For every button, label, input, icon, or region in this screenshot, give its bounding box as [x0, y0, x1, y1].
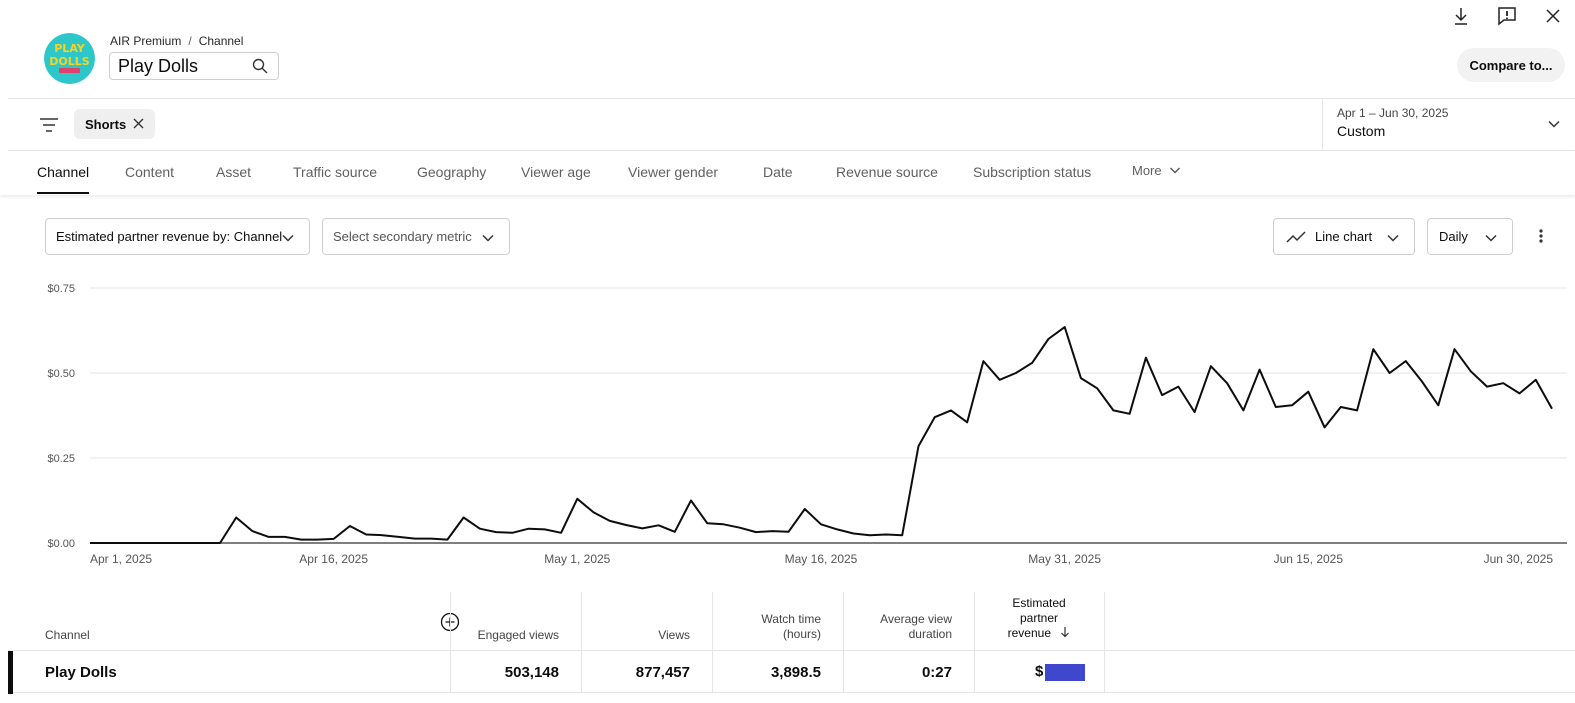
- x-tick-label: Apr 16, 2025: [299, 552, 368, 566]
- series-line: [90, 326, 1553, 544]
- logo-text-line2: DOLLS: [49, 55, 90, 68]
- primary-metric-label: Estimated partner revenue by: Channel: [56, 229, 283, 244]
- header-revenue-line3-wrap: revenue: [1008, 626, 1071, 642]
- y-tick-label: $0.50: [47, 368, 75, 380]
- cell-revenue: $: [1035, 663, 1086, 681]
- y-tick-label: $0.00: [47, 538, 75, 550]
- date-range-text: Apr 1 – Jun 30, 2025: [1337, 106, 1449, 120]
- cell-views: 877,457: [635, 664, 690, 681]
- header-avg-duration-line1: Average view: [880, 612, 952, 626]
- x-tick-label: Apr 1, 2025: [90, 552, 152, 566]
- cell-revenue-prefix: $: [1035, 663, 1044, 680]
- tab-geography[interactable]: Geography: [417, 164, 486, 180]
- header-engaged-views[interactable]: Engaged views: [450, 592, 559, 650]
- tab-more[interactable]: More: [1132, 163, 1181, 179]
- breadcrumb-level: Channel: [198, 34, 244, 48]
- tab-revenue-source[interactable]: Revenue source: [836, 164, 938, 180]
- header-revenue-line2: partner: [1019, 611, 1059, 625]
- chart-svg: $0.75 $0.50 $0.25 $0.00 Apr 1, 2025 Apr 16, …: [47, 283, 1567, 566]
- breadcrumb-org[interactable]: AIR Premium: [110, 34, 181, 48]
- metrics-table: Channel Engaged views Views Watch time (…: [8, 592, 1575, 703]
- cell-channel: Play Dolls: [45, 664, 117, 681]
- header-avg-duration-line2: duration: [908, 627, 952, 641]
- x-tick-label: Jun 15, 2025: [1274, 552, 1344, 566]
- filter-icon[interactable]: [38, 114, 60, 136]
- chevron-down-icon: [1547, 117, 1561, 136]
- y-tick-label: $0.25: [47, 453, 75, 465]
- chart-type-label: Line chart: [1315, 229, 1373, 244]
- header-avg-view-duration[interactable]: Average view duration: [843, 592, 952, 650]
- cell-engaged-views: 503,148: [504, 664, 559, 681]
- secondary-metric-select[interactable]: Select secondary metric: [322, 218, 510, 255]
- tab-asset[interactable]: Asset: [216, 164, 251, 180]
- header-channel[interactable]: Channel: [45, 592, 445, 650]
- filter-bar: Shorts Apr 1 – Jun 30, 2025 Custom: [0, 99, 1575, 151]
- table-row[interactable]: Play Dolls 503,148 877,457 3,898.5 0:27 …: [8, 650, 1575, 694]
- report-header: PLAY DOLLS AIR Premium / Channel Play Do…: [0, 0, 1575, 98]
- revenue-line-chart: $0.75 $0.50 $0.25 $0.00 Apr 1, 2025 Apr 16, …: [0, 276, 1575, 576]
- x-tick-label: May 31, 2025: [1028, 552, 1101, 566]
- cell-watch-time: 3,898.5: [770, 664, 821, 681]
- logo-text-line1: PLAY: [54, 42, 86, 55]
- primary-metric-select[interactable]: Estimated partner revenue by: Channel: [45, 218, 310, 255]
- header-watch-time[interactable]: Watch time (hours): [712, 592, 821, 650]
- dimension-tabs: Channel Content Asset Traffic source Geo…: [0, 151, 1575, 195]
- date-mode-text: Custom: [1337, 123, 1386, 139]
- line-chart-icon: [1286, 230, 1306, 244]
- remove-filter-icon[interactable]: [132, 117, 145, 133]
- x-tick-label: May 1, 2025: [544, 552, 610, 566]
- header-views[interactable]: Views: [581, 592, 690, 650]
- search-icon[interactable]: [252, 58, 268, 79]
- cell-avg-view-duration: 0:27: [921, 664, 952, 681]
- y-tick-label: $0.75: [47, 283, 75, 295]
- tab-viewer-gender[interactable]: Viewer gender: [628, 164, 718, 180]
- granularity-label: Daily: [1439, 229, 1468, 244]
- header-watch-time-line2: (hours): [782, 627, 821, 641]
- filter-chip-shorts[interactable]: Shorts: [74, 109, 155, 139]
- chevron-down-icon: [1484, 231, 1498, 248]
- tab-traffic-source[interactable]: Traffic source: [293, 164, 377, 180]
- tab-more-label: More: [1132, 163, 1162, 178]
- chevron-down-icon: [481, 231, 495, 248]
- channel-name: Play Dolls: [118, 55, 199, 76]
- tab-channel[interactable]: Channel: [37, 164, 90, 194]
- channel-selector[interactable]: Play Dolls: [109, 52, 279, 80]
- breadcrumb-separator: /: [188, 34, 192, 48]
- redacted-value: [1045, 663, 1086, 681]
- x-tick-label: May 16, 2025: [785, 552, 858, 566]
- chevron-down-icon: [1169, 164, 1181, 179]
- granularity-select[interactable]: Daily: [1427, 218, 1513, 255]
- series-color-marker: [8, 651, 13, 694]
- header-revenue-line3: revenue: [1007, 626, 1052, 641]
- date-range-selector[interactable]: Apr 1 – Jun 30, 2025 Custom: [1322, 99, 1575, 151]
- sort-descending-icon[interactable]: [1060, 626, 1070, 642]
- breadcrumb: AIR Premium / Channel: [110, 34, 243, 48]
- chevron-down-icon: [281, 231, 295, 248]
- tab-viewer-age[interactable]: Viewer age: [521, 164, 591, 180]
- channel-avatar: PLAY DOLLS: [44, 33, 95, 84]
- tab-subscription-status[interactable]: Subscription status: [973, 164, 1091, 180]
- secondary-metric-label: Select secondary metric: [333, 229, 472, 244]
- filter-chip-label: Shorts: [85, 116, 127, 132]
- tab-content[interactable]: Content: [125, 164, 174, 180]
- header-revenue[interactable]: Estimated partner revenue: [974, 592, 1104, 650]
- x-tick-label: Jun 30, 2025: [1484, 552, 1554, 566]
- header-watch-time-line1: Watch time: [761, 612, 821, 626]
- chart-type-select[interactable]: Line chart: [1273, 218, 1415, 255]
- tab-date[interactable]: Date: [763, 164, 793, 180]
- compare-button[interactable]: Compare to...: [1457, 48, 1565, 82]
- header-revenue-line1: Estimated: [1012, 596, 1066, 610]
- chevron-down-icon: [1386, 231, 1400, 248]
- more-options-icon[interactable]: [1531, 226, 1551, 246]
